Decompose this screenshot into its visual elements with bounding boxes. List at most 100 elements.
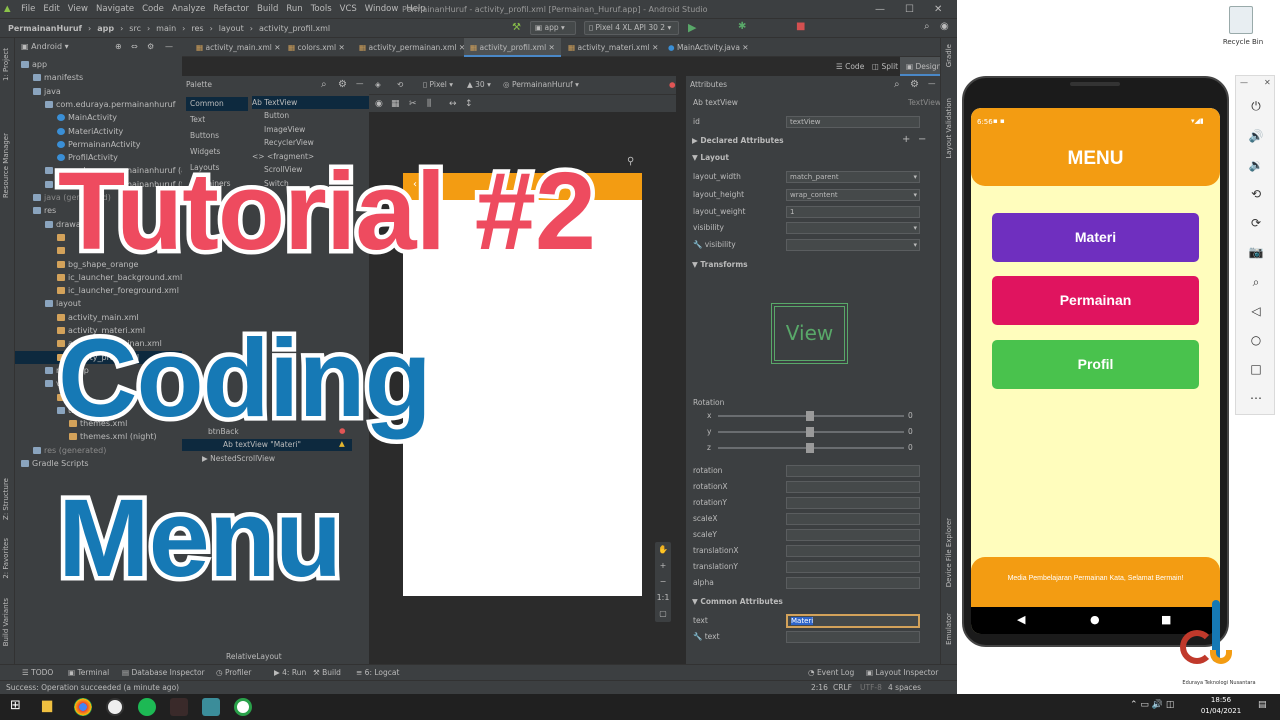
tab-activity-permainan[interactable]: ▦ activity_permainan.xml ✕ [353, 38, 471, 57]
attr-transform-field[interactable] [786, 529, 920, 541]
account-icon[interactable]: ◉ [940, 21, 949, 32]
transforms-section-header[interactable]: ▼ Transforms [686, 258, 932, 272]
tree-node[interactable]: ic_launcher_foreground.xml (v24) [15, 284, 182, 297]
breadcrumb-main[interactable]: main [153, 19, 179, 38]
tool-profiler[interactable]: ◷ Profiler [216, 665, 251, 681]
android-studio-icon[interactable] [202, 698, 220, 716]
project-tool-label[interactable]: 1: Project [2, 48, 10, 81]
tab-activity-main[interactable]: ▦ activity_main.xml ✕ [190, 38, 287, 57]
permainan-button[interactable]: Permainan [992, 276, 1199, 325]
attr-hide-icon[interactable]: — [928, 79, 936, 88]
breadcrumb-project[interactable]: PermainanHuruf [0, 19, 85, 38]
palette-hide-icon[interactable]: — [356, 79, 364, 88]
tree-node[interactable]: MateriActivity [15, 125, 182, 138]
attr-transform-field[interactable] [786, 577, 920, 589]
menu-code[interactable]: Code [138, 0, 168, 19]
home-icon[interactable]: ○ [1248, 332, 1264, 348]
menu-vcs[interactable]: VCS [336, 0, 361, 19]
status-indent[interactable]: 4 spaces [888, 681, 921, 694]
attr-transform-field[interactable] [786, 481, 920, 493]
tool-layout-inspector[interactable]: ▣ Layout Inspector [866, 665, 938, 681]
zoom-in-icon[interactable]: + [655, 558, 671, 574]
attr-transform-field[interactable] [786, 513, 920, 525]
tree-node[interactable]: res (generated) [15, 444, 182, 457]
rotation-x-slider[interactable] [718, 411, 904, 421]
tool-terminal[interactable]: ▣ Terminal [68, 665, 109, 681]
minimize-icon[interactable]: — [875, 0, 885, 19]
tool-todo[interactable]: ☰ TODO [22, 665, 53, 681]
attr-transform-field[interactable] [786, 465, 920, 477]
volume-up-icon[interactable]: 🔊 [1248, 128, 1264, 144]
zoom-icon[interactable]: ⌕ [1248, 274, 1264, 290]
tool-event-log[interactable]: ◔ Event Log [808, 665, 854, 681]
attr-tools-text-field[interactable] [786, 631, 920, 643]
api-select[interactable]: ▲ 30 ▾ [467, 76, 491, 94]
pin-icon[interactable]: ⚲ [627, 156, 634, 167]
tree-node[interactable]: manifests [15, 71, 182, 84]
issues-icon[interactable]: ● [669, 76, 676, 94]
tree-node[interactable]: java [15, 85, 182, 98]
file-explorer-icon[interactable]: ▆ [42, 698, 52, 713]
device-select[interactable]: ▯ Pixel 4 XL API 30 2 ▾ [584, 21, 679, 35]
build-variants-label[interactable]: Build Variants [2, 598, 10, 646]
status-line-sep[interactable]: CRLF [833, 681, 852, 694]
status-position[interactable]: 2:16 [811, 681, 828, 694]
attr-visibility-field[interactable]: ▾ [786, 222, 920, 234]
hide-icon[interactable]: — [165, 38, 173, 56]
tab-main-activity[interactable]: ● MainActivity.java ✕ [662, 38, 755, 57]
chrome-icon[interactable] [74, 698, 92, 716]
app-icon-s[interactable] [234, 698, 252, 716]
pan-icon[interactable]: ✋ [655, 542, 671, 558]
tab-activity-materi[interactable]: ▦ activity_materi.xml ✕ [562, 38, 664, 57]
palette-cat-text[interactable]: Text [186, 113, 248, 127]
collapse-icon[interactable]: ⇔ [131, 38, 138, 56]
tree-node[interactable]: layout [15, 297, 182, 310]
menu-navigate[interactable]: Navigate [92, 0, 138, 19]
tree-node[interactable]: app [15, 58, 182, 71]
rotate-right-icon[interactable]: ⟳ [1248, 215, 1264, 231]
zoom-actual-icon[interactable]: 1:1 [655, 590, 671, 606]
grid-icon[interactable]: ▦ [391, 95, 400, 113]
back-icon[interactable]: ◁ [1248, 303, 1264, 319]
breadcrumb-file[interactable]: activity_profil.xml [256, 19, 333, 38]
settings-icon[interactable]: ⚙ [147, 38, 154, 56]
rotate-left-icon[interactable]: ⟲ [1248, 186, 1264, 202]
attr-tools-visibility-field[interactable]: ▾ [786, 239, 920, 251]
target-icon[interactable]: ⊕ [115, 38, 122, 56]
taskbar-time[interactable]: 18:56 [1201, 696, 1241, 704]
attr-text-field[interactable]: Materi [786, 614, 920, 628]
palette-cat-common[interactable]: Common [186, 97, 248, 111]
attr-layout-height-field[interactable]: wrap_content ▾ [786, 189, 920, 201]
menu-window[interactable]: Window [361, 0, 403, 19]
tray-icons[interactable]: ⌃ ▭ 🔊 ◫ [1130, 700, 1174, 710]
guideline-icon[interactable]: ⫼ [427, 95, 431, 113]
remove-attribute-icon[interactable]: − [918, 134, 926, 145]
rotation-y-slider[interactable] [718, 427, 904, 437]
run-config-select[interactable]: ▣ app ▾ [530, 21, 576, 35]
palette-item-button[interactable]: Button [252, 109, 369, 122]
app-icon-clock[interactable] [106, 698, 124, 716]
resource-manager-label[interactable]: Resource Manager [2, 133, 10, 198]
run-icon[interactable]: ▶ [688, 21, 696, 34]
layout-section-header[interactable]: ▼ Layout [686, 151, 932, 165]
layout-validation-label[interactable]: Layout Validation [945, 98, 953, 159]
more-icon[interactable]: ⋯ [1248, 390, 1264, 406]
attr-settings-icon[interactable]: ⚙ [910, 79, 919, 90]
palette-settings-icon[interactable]: ⚙ [338, 79, 347, 90]
attr-layout-weight-field[interactable]: 1 [786, 206, 920, 218]
align-horizontal-icon[interactable]: ↔ [449, 95, 457, 113]
tree-node[interactable]: Gradle Scripts [15, 457, 182, 470]
blueprint-icon[interactable]: ⟲ [397, 76, 403, 94]
stop-icon[interactable]: ■ [796, 21, 805, 32]
menu-tools[interactable]: Tools [307, 0, 336, 19]
tab-activity-profil[interactable]: ▦ activity_profil.xml ✕ [464, 38, 561, 57]
common-attributes-header[interactable]: ▼ Common Attributes [686, 595, 932, 609]
close-icon[interactable]: ✕ [934, 0, 942, 19]
camera-icon[interactable]: 📷 [1248, 244, 1264, 260]
menu-analyze[interactable]: Analyze [168, 0, 210, 19]
gradle-label[interactable]: Gradle [945, 44, 953, 67]
device-file-explorer-label[interactable]: Device File Explorer [945, 518, 953, 587]
menu-build[interactable]: Build [253, 0, 282, 19]
tool-run[interactable]: ▶ 4: Run [274, 665, 306, 681]
menu-edit[interactable]: Edit [39, 0, 63, 19]
